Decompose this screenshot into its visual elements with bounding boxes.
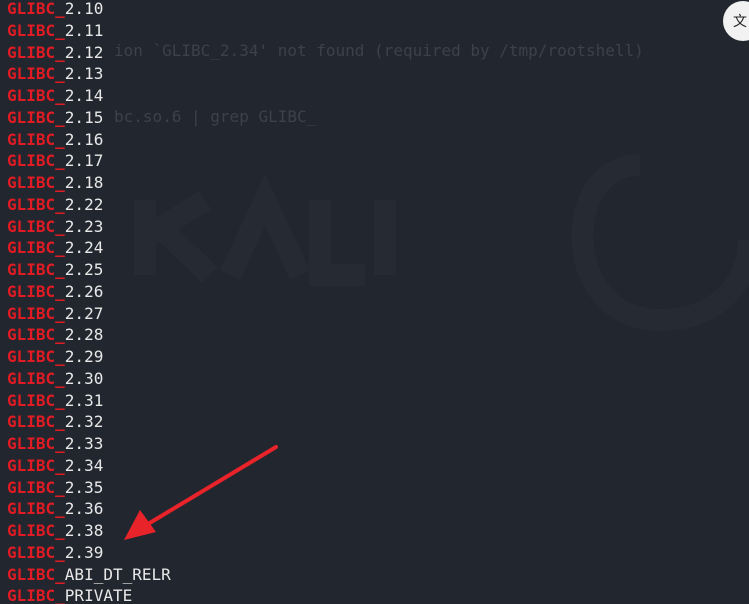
match-highlight: GLIBC_ [7,20,65,40]
match-highlight: GLIBC_ [7,390,65,410]
version-text: 2.23 [64,216,104,236]
version-text: 2.30 [64,368,104,388]
match-highlight: GLIBC_ [7,542,65,562]
version-text: 2.14 [64,86,104,105]
match-highlight: GLIBC_ [7,499,65,519]
version-text: 2.29 [64,347,104,366]
output-line: GLIBC_2.33 [7,433,171,455]
match-highlight: GLIBC_ [7,303,65,323]
translate-icon: 文 [733,14,747,30]
version-text: 2.32 [64,412,104,432]
match-highlight: GLIBC_ [7,42,65,62]
match-highlight: GLIBC_ [7,86,65,105]
output-line: GLIBC_2.24 [7,237,171,259]
version-text: 2.15 [64,107,104,127]
output-line: GLIBC_2.10 [7,0,171,20]
version-text: 2.22 [64,194,104,214]
match-highlight: GLIBC_ [7,434,65,453]
match-highlight: GLIBC_ [7,173,65,192]
output-line: GLIBC_2.11 [7,20,171,42]
output-line: GLIBC_2.18 [7,172,171,194]
output-line: GLIBC_2.30 [7,368,171,390]
match-highlight: GLIBC_ [7,151,65,171]
match-highlight: GLIBC_ [7,260,65,279]
output-line: GLIBC_2.14 [7,85,171,107]
match-highlight: GLIBC_ [7,238,65,258]
match-highlight: GLIBC_ [7,455,65,475]
version-text: 2.24 [64,238,104,258]
match-highlight: GLIBC_ [7,0,65,18]
output-line: GLIBC_ABI_DT_RELR [7,564,171,586]
output-line: GLIBC_2.15 [7,107,171,129]
version-text: 2.36 [64,499,104,519]
version-text: PRIVATE [64,586,133,604]
version-text: 2.34 [64,455,104,475]
output-line: GLIBC_PRIVATE [7,585,171,604]
match-highlight: GLIBC_ [7,521,65,540]
match-highlight: GLIBC_ [7,325,65,345]
match-highlight: GLIBC_ [7,64,65,84]
version-text: 2.28 [64,325,104,345]
output-line: GLIBC_2.31 [7,390,171,412]
match-highlight: GLIBC_ [7,477,65,497]
output-line: GLIBC_2.17 [7,150,171,172]
version-text: 2.25 [64,260,104,279]
output-line: GLIBC_2.35 [7,477,171,499]
output-line: GLIBC_2.23 [7,216,171,238]
match-highlight: GLIBC_ [7,281,65,301]
version-text: 2.13 [64,64,104,84]
version-text: 2.39 [64,542,104,562]
output-line: GLIBC_2.36 [7,498,171,520]
match-highlight: GLIBC_ [7,129,65,149]
match-highlight: GLIBC_ [7,412,65,432]
output-line: GLIBC_2.38 [7,520,171,542]
version-text: 2.11 [64,20,104,40]
version-text: ABI_DT_RELR [64,564,171,584]
version-text: 2.35 [64,477,104,497]
output-line: GLIBC_2.25 [7,259,171,281]
output-line: GLIBC_2.27 [7,303,171,325]
output-line: GLIBC_2.22 [7,194,171,216]
version-text: 2.17 [64,151,104,171]
version-text: 2.16 [64,129,104,149]
output-line: GLIBC_2.39 [7,542,171,564]
match-highlight: GLIBC_ [7,564,65,584]
version-text: 2.27 [64,303,104,323]
version-text: 2.33 [64,434,104,453]
output-line: GLIBC_2.26 [7,281,171,303]
version-text: 2.12 [64,42,104,62]
output-line: GLIBC_2.13 [7,63,171,85]
terminal-window[interactable]: ion `GLIBC_2.34' not found (required by … [0,0,749,604]
match-highlight: GLIBC_ [7,347,65,366]
match-highlight: GLIBC_ [7,586,65,604]
version-text: 2.31 [64,390,104,410]
grep-output: GLIBC_2.10 GLIBC_2.11 GLIBC_2.12 GLIBC_2.13… [7,0,171,604]
match-highlight: GLIBC_ [7,368,65,388]
match-highlight: GLIBC_ [7,107,65,127]
version-text: 2.18 [64,173,104,192]
match-highlight: GLIBC_ [7,216,65,236]
output-line: GLIBC_2.12 [7,42,171,64]
version-text: 2.38 [64,521,104,540]
output-line: GLIBC_2.34 [7,455,171,477]
output-line: GLIBC_2.16 [7,129,171,151]
output-line: GLIBC_2.32 [7,411,171,433]
version-text: 2.26 [64,281,104,301]
output-line: GLIBC_2.29 [7,346,171,368]
match-highlight: GLIBC_ [7,194,65,214]
version-text: 2.10 [64,0,104,18]
output-line: GLIBC_2.28 [7,324,171,346]
